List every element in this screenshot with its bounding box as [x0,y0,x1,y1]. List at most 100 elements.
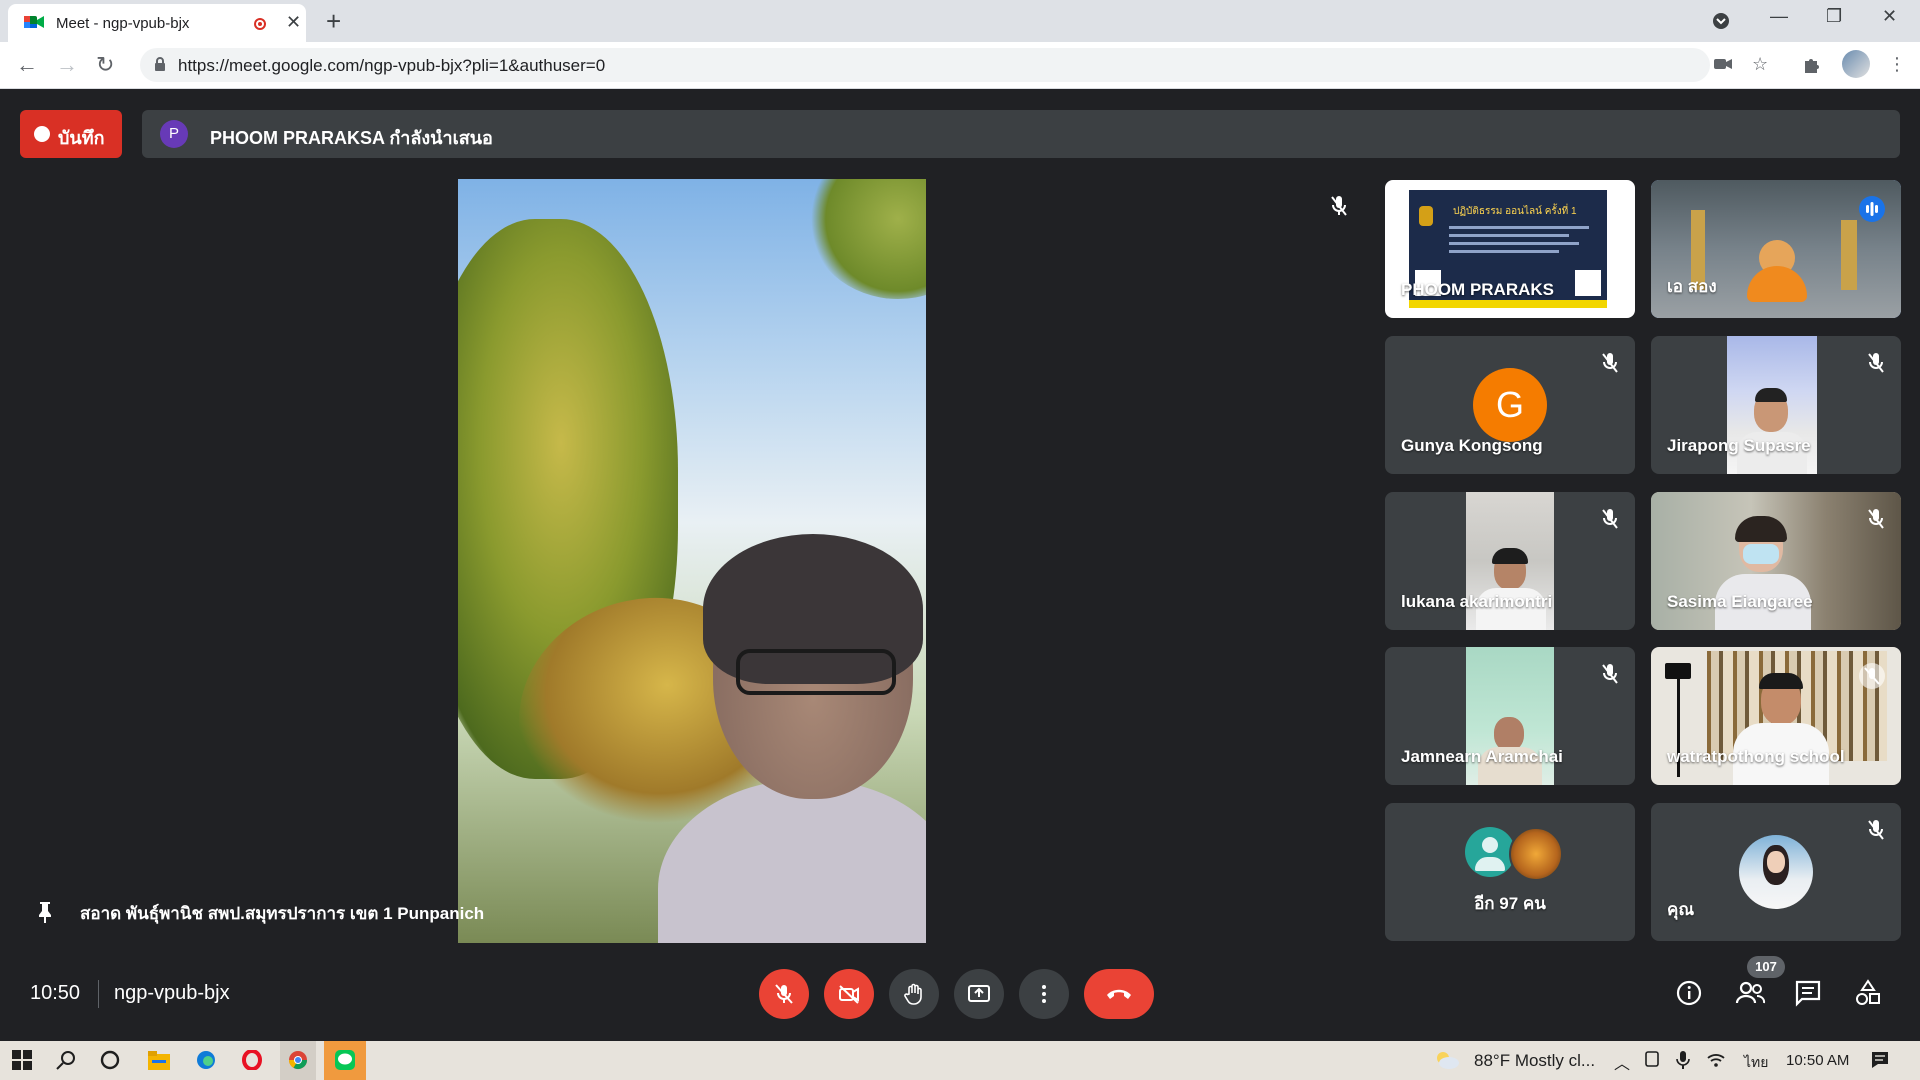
tile-name: คุณ [1667,900,1695,919]
edge-icon[interactable] [196,1050,216,1070]
muted-icon [1602,664,1618,684]
windows-start-icon[interactable] [12,1050,32,1070]
leave-call-button[interactable] [1084,969,1154,1019]
meeting-details-icon[interactable] [1675,979,1703,1007]
tile-name: Gunya Kongsong [1401,436,1543,455]
weather-cloud-icon[interactable] [1434,1050,1460,1070]
browser-toolbar: ← → ↻ https://meet.google.com/ngp-vpub-b… [0,42,1920,89]
participant-avatar [1509,827,1563,881]
participant-tile[interactable]: Jamnearn Aramchai [1385,647,1635,785]
close-tab-icon[interactable]: ✕ [286,12,301,33]
more-options-button[interactable] [1019,969,1069,1019]
device-icon[interactable] [1644,1050,1660,1068]
browser-tab[interactable]: Meet - ngp-vpub-bjx ✕ [8,4,306,42]
muted-icon [1602,353,1618,373]
recording-indicator-icon [254,18,266,30]
hang-up-icon [1107,989,1131,999]
search-icon[interactable] [56,1050,76,1070]
main-speaker-name: สอาด พันธุ์พานิช สพป.สมุทรปราการ เขต 1 P… [80,904,485,923]
activities-icon[interactable] [1854,979,1882,1007]
tile-name: lukana akarimontri [1401,592,1553,611]
more-vert-icon [1042,985,1046,1003]
camera-off-icon [839,985,859,1004]
presenting-text: PHOOM PRARAKSA กำลังนำเสนอ [210,128,493,148]
muted-icon [1868,820,1884,840]
presenter-avatar: P [160,120,188,148]
forward-icon[interactable]: → [56,52,78,78]
tab-search-icon[interactable] [1712,12,1730,30]
participant-tile[interactable]: G Gunya Kongsong [1385,336,1635,474]
notifications-icon[interactable] [1870,1050,1890,1070]
browser-tabstrip: Meet - ngp-vpub-bjx ✕ + — ❐ ✕ [0,0,1920,42]
wifi-icon[interactable] [1706,1050,1726,1070]
camera-in-use-icon[interactable] [1714,57,1732,71]
muted-icon [1859,663,1885,689]
address-bar[interactable]: https://meet.google.com/ngp-vpub-bjx?pli… [140,48,1710,82]
meet-favicon-icon [24,16,44,28]
meeting-code: ngp-vpub-bjx [114,982,230,1004]
main-speaker-video[interactable] [458,179,926,943]
new-tab-button[interactable]: + [326,6,341,37]
more-participants-label: อีก 97 คน [1474,894,1546,913]
profile-avatar[interactable] [1842,50,1870,78]
opera-icon[interactable] [242,1050,262,1070]
record-dot-icon [34,126,50,142]
taskbar-clock[interactable]: 10:50 AM [1786,1052,1849,1069]
tile-name: watratpothong school [1667,747,1845,766]
chat-icon[interactable] [1794,979,1822,1007]
back-icon[interactable]: ← [16,52,38,78]
divider [98,980,99,1008]
microphone-toggle-button[interactable] [759,969,809,1019]
bookmark-star-icon[interactable]: ☆ [1752,54,1768,75]
muted-icon [1602,509,1618,529]
present-screen-button[interactable] [954,969,1004,1019]
participant-tile[interactable]: Jirapong Supasre [1651,336,1901,474]
participant-tile[interactable]: lukana akarimontri [1385,492,1635,630]
participant-avatar: G [1473,368,1547,442]
tile-name: Jirapong Supasre [1667,436,1811,455]
people-icon[interactable] [1734,979,1766,1007]
input-language[interactable]: ไทย [1744,1052,1768,1074]
reload-icon[interactable]: ↻ [96,52,114,78]
chrome-icon[interactable] [288,1050,308,1070]
participant-tile-speaking[interactable]: เอ สอง [1651,180,1901,318]
minimize-icon[interactable]: — [1770,6,1788,27]
tab-title: Meet - ngp-vpub-bjx [56,15,190,32]
muted-icon [1868,353,1884,373]
participant-tile[interactable]: Sasima Eiangaree [1651,492,1901,630]
meeting-time: 10:50 [30,982,81,1004]
raise-hand-button[interactable] [889,969,939,1019]
cortana-icon[interactable] [100,1050,120,1070]
speaking-indicator-icon [1859,196,1885,222]
windows-taskbar: 88°F Mostly cl... ︿ ไทย 10:50 AM [0,1041,1920,1080]
participant-count-badge: 107 [1747,956,1785,978]
tile-name: เอ สอง [1667,277,1717,296]
slide-heading: ปฏิบัติธรรม ออนไลน์ ครั้งที่ 1 [1453,206,1577,217]
weather-text[interactable]: 88°F Mostly cl... [1474,1051,1595,1071]
participant-tile-presenter[interactable]: ปฏิบัติธรรม ออนไลน์ ครั้งที่ 1 PHOOM PRA… [1385,180,1635,318]
file-explorer-icon[interactable] [148,1050,170,1070]
more-participants-tile[interactable]: อีก 97 คน [1385,803,1635,941]
main-muted-icon [1331,196,1347,216]
close-window-icon[interactable]: ✕ [1882,6,1897,27]
line-app-icon[interactable] [335,1050,355,1070]
mic-off-icon [775,984,793,1004]
presenting-banner[interactable]: P PHOOM PRARAKSA กำลังนำเสนอ [142,110,1900,158]
recording-button[interactable]: บันทึก [20,110,122,158]
hand-icon [904,983,922,1005]
participant-tile[interactable]: watratpothong school [1651,647,1901,785]
muted-icon [1868,509,1884,529]
browser-menu-icon[interactable]: ⋮ [1888,54,1906,75]
extensions-icon[interactable] [1802,55,1822,75]
restore-icon[interactable]: ❐ [1826,6,1842,27]
show-hidden-icons-icon[interactable]: ︿ [1614,1050,1630,1074]
microphone-tray-icon[interactable] [1676,1050,1690,1070]
present-icon [968,985,990,1002]
self-tile[interactable]: คุณ [1651,803,1901,941]
tile-name: PHOOM PRARAKS [1401,280,1555,299]
tile-name: Sasima Eiangaree [1667,592,1813,611]
camera-toggle-button[interactable] [824,969,874,1019]
pin-icon[interactable] [36,900,54,924]
self-avatar [1739,835,1813,909]
url-text: https://meet.google.com/ngp-vpub-bjx?pli… [178,56,606,75]
